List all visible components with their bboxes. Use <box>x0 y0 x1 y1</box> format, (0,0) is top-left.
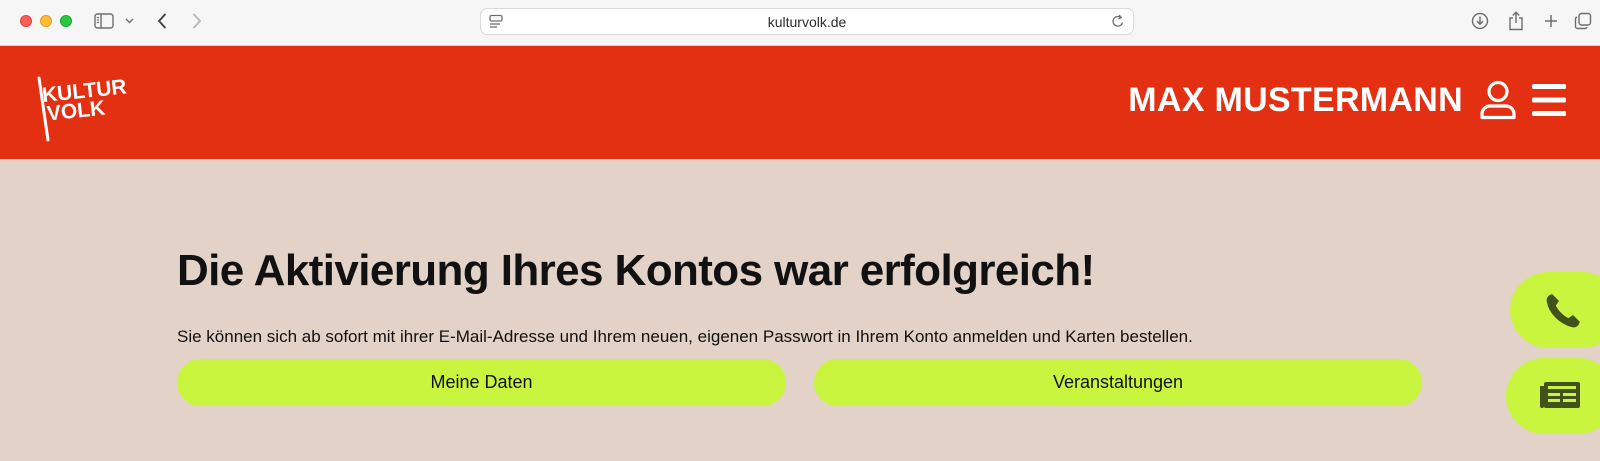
reload-icon[interactable] <box>1111 14 1125 34</box>
phone-contact-tab[interactable] <box>1510 272 1600 348</box>
new-tab-icon[interactable] <box>1540 9 1562 33</box>
browser-toolbar: kulturvolk.de <box>0 0 1600 46</box>
zoom-window-button[interactable] <box>60 15 72 27</box>
user-name[interactable]: MAX MUSTERMANN <box>1128 81 1463 120</box>
newsletter-tab[interactable] <box>1506 358 1600 434</box>
back-icon[interactable] <box>152 9 172 33</box>
kulturvolk-logo[interactable]: KULTUR VOLK <box>32 62 132 142</box>
events-button[interactable]: Veranstaltungen <box>814 359 1422 406</box>
menu-icon[interactable] <box>1531 83 1567 122</box>
share-icon[interactable] <box>1504 9 1528 33</box>
page-title: Die Aktivierung Ihres Kontos war erfolgr… <box>177 246 1095 295</box>
activation-message: Sie können sich ab sofort mit ihrer E-Ma… <box>177 327 1193 346</box>
chevron-down-icon[interactable] <box>122 9 136 33</box>
tabs-overview-icon[interactable] <box>1572 9 1594 33</box>
sidebar-icon[interactable] <box>92 9 116 33</box>
user-icon[interactable] <box>1478 79 1518 126</box>
phone-icon <box>1544 292 1582 335</box>
newspaper-icon <box>1538 380 1582 415</box>
address-bar[interactable]: kulturvolk.de <box>480 8 1134 35</box>
site-header: KULTUR VOLK MAX MUSTERMANN <box>0 46 1600 159</box>
download-icon[interactable] <box>1468 9 1492 33</box>
my-data-button[interactable]: Meine Daten <box>177 359 786 406</box>
minimize-window-button[interactable] <box>40 15 52 27</box>
logo-text-line2: VOLK <box>46 97 106 126</box>
close-window-button[interactable] <box>20 15 32 27</box>
forward-icon[interactable] <box>187 9 207 33</box>
url-text: kulturvolk.de <box>767 14 847 30</box>
